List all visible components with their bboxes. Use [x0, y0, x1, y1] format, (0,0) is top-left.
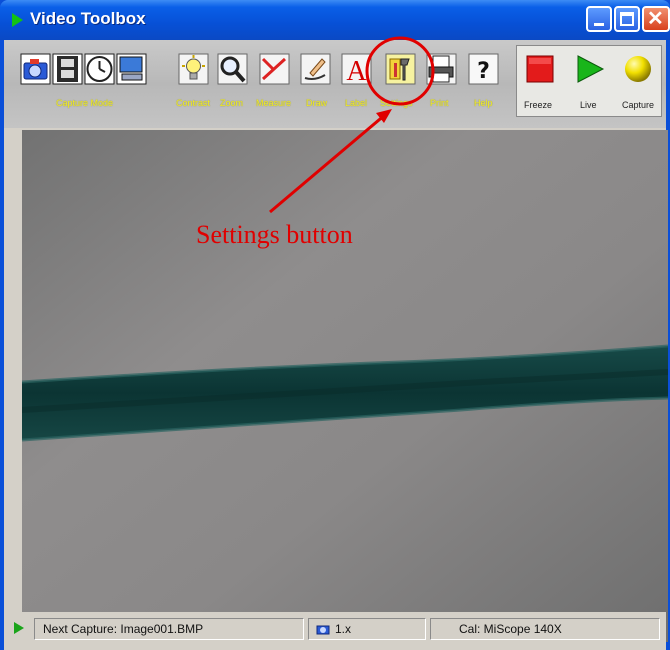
print-button[interactable] [426, 53, 457, 85]
label-button[interactable]: A [341, 53, 372, 85]
contrast-button[interactable] [178, 53, 209, 85]
minimize-icon [594, 23, 604, 26]
capture-button[interactable] [623, 54, 653, 84]
next-capture-status: Next Capture: Image001.BMP [34, 618, 304, 640]
pen-hand-icon [300, 53, 331, 85]
lightbulb-icon [178, 53, 209, 85]
zoom-button[interactable] [217, 53, 248, 85]
film-icon [52, 53, 83, 85]
settings-tools-icon [385, 53, 416, 85]
question-mark-icon: ? [468, 53, 499, 85]
zoom-value: 1.x [335, 622, 352, 636]
label-label: Label [345, 98, 368, 108]
capture-mode-label: Capture Mode [56, 98, 114, 108]
calibration-status: Cal: MiScope 140X [430, 618, 660, 640]
print-label: Print [430, 98, 449, 108]
video-mode-button[interactable] [52, 53, 83, 85]
magnifier-icon [217, 53, 248, 85]
window-title: Video Toolbox [30, 9, 146, 28]
freeze-label: Freeze [524, 100, 553, 110]
computer-icon [116, 53, 147, 85]
yellow-ball-icon [625, 56, 651, 82]
svg-text:?: ? [477, 59, 490, 84]
play-icon [577, 55, 605, 83]
draw-label: Draw [306, 98, 328, 108]
help-label: Help [474, 98, 493, 108]
printer-icon [426, 53, 457, 85]
camera-mode-button[interactable] [20, 53, 51, 85]
status-bar: Next Capture: Image001.BMP 1.x Cal: MiSc… [4, 612, 666, 646]
measure-icon [259, 53, 290, 85]
live-label: Live [580, 100, 597, 110]
annotation-label: Settings button [196, 220, 353, 249]
maximize-button[interactable] [614, 6, 640, 32]
settings-button[interactable] [385, 53, 416, 85]
minimize-button[interactable] [586, 6, 612, 32]
clock-icon [84, 53, 115, 85]
live-button[interactable] [575, 54, 605, 84]
stop-square-icon [526, 55, 554, 83]
video-preview[interactable] [22, 130, 668, 642]
zoom-label: Zoom [220, 98, 244, 108]
title-bar[interactable]: Video Toolbox ✕ [0, 0, 670, 40]
close-button[interactable]: ✕ [642, 6, 670, 32]
draw-button[interactable] [300, 53, 331, 85]
camera-small-icon [316, 625, 330, 635]
status-play-icon [14, 622, 24, 634]
video-toolbox-window: Video Toolbox ✕ Capture Mode A ? Contras… [0, 0, 670, 650]
screen-mode-button[interactable] [116, 53, 147, 85]
help-button[interactable]: ? [468, 53, 499, 85]
measure-label: Measure [256, 98, 292, 108]
settings-label: Settings [380, 98, 413, 108]
svg-text:A: A [346, 56, 367, 85]
contrast-label: Contrast [176, 98, 211, 108]
client-area: Capture Mode A ? Contrast Zoom Measure D… [4, 40, 668, 650]
camera-icon [20, 53, 51, 85]
app-play-icon [12, 13, 23, 27]
measure-button[interactable] [259, 53, 290, 85]
capture-label: Capture [622, 100, 655, 110]
freeze-button[interactable] [525, 54, 555, 84]
toolbar: Capture Mode A ? Contrast Zoom Measure D… [4, 40, 666, 128]
capture-controls-panel: Freeze Live Capture [516, 45, 662, 117]
timelapse-mode-button[interactable] [84, 53, 115, 85]
close-icon: ✕ [647, 8, 664, 30]
letter-a-icon: A [341, 53, 372, 85]
microscope-image [22, 130, 668, 642]
maximize-icon [620, 12, 634, 26]
